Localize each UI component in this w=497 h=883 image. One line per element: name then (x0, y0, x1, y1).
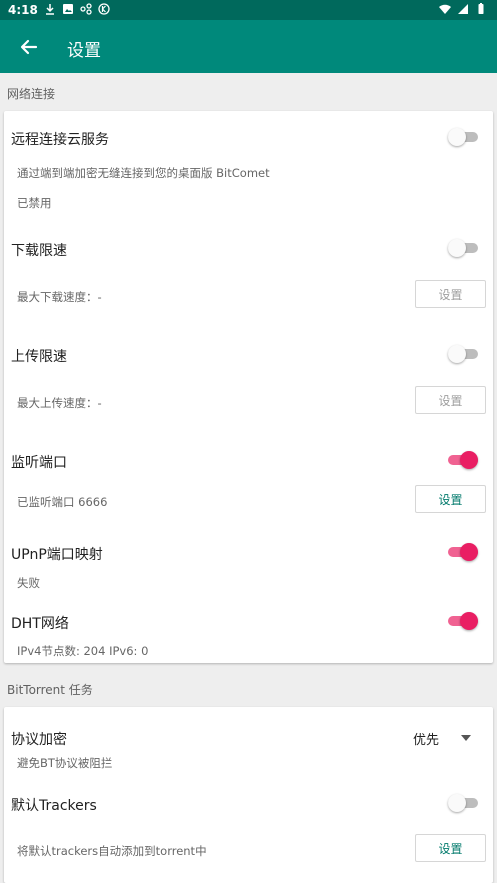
listen-port-title: 监听端口 (11, 455, 67, 471)
remote-service-switch[interactable] (448, 127, 478, 147)
upload-limit-settings-button[interactable]: 设置 (415, 386, 486, 414)
upnp-desc: 失败 (17, 576, 40, 590)
upload-limit-title: 上传限速 (11, 349, 67, 365)
network-settings-card: 远程连接云服务 通过端到端加密无缝连接到您的桌面版 BitComet 已禁用 下… (4, 111, 493, 663)
bittorrent-settings-card: 协议加密 优先 避免BT协议被阻拦 默认Trackers 将默认trackers… (4, 707, 493, 883)
download-limit-desc: 最大下载速度：- (17, 290, 102, 304)
trackers-settings-button[interactable]: 设置 (415, 834, 486, 862)
remote-service-desc: 通过端到端加密无缝连接到您的桌面版 BitComet (17, 166, 270, 180)
section-header-bittorrent: BitTorrent 任务 (7, 683, 93, 697)
signal-icon (458, 4, 468, 14)
listen-port-desc: 已监听端口 6666 (17, 495, 108, 509)
upnp-title: UPnP端口映射 (11, 547, 103, 563)
download-icon (46, 4, 54, 15)
chevron-down-icon[interactable] (461, 735, 471, 741)
encryption-desc: 避免BT协议被阻拦 (17, 756, 113, 770)
photo-icon (63, 4, 73, 14)
status-time: 4:18 (8, 3, 38, 17)
listen-port-switch[interactable] (448, 450, 478, 470)
trackers-desc: 将默认trackers自动添加到torrent中 (17, 844, 207, 858)
battery-icon (478, 3, 484, 14)
dht-title: DHT网络 (11, 616, 69, 632)
upload-limit-desc: 最大上传速度：- (17, 396, 102, 410)
upload-limit-switch[interactable] (448, 344, 478, 364)
trackers-switch[interactable] (448, 793, 478, 813)
section-header-network: 网络连接 (7, 87, 56, 101)
page-title: 设置 (67, 41, 101, 61)
share-icon (80, 3, 92, 15)
app-bar: 设置 (0, 20, 497, 73)
back-arrow-icon[interactable] (16, 34, 42, 60)
download-limit-title: 下载限速 (11, 243, 67, 259)
wifi-icon (439, 4, 451, 14)
download-limit-settings-button[interactable]: 设置 (415, 280, 486, 308)
dht-switch[interactable] (448, 611, 478, 631)
encryption-title: 协议加密 (11, 732, 67, 748)
remote-service-title: 远程连接云服务 (11, 132, 109, 148)
listen-port-settings-button[interactable]: 设置 (415, 485, 486, 513)
encryption-dropdown[interactable]: 优先 (413, 729, 439, 748)
dht-desc: IPv4节点数: 204 IPv6: 0 (17, 644, 149, 658)
k-app-icon (98, 3, 110, 15)
trackers-title: 默认Trackers (11, 798, 97, 814)
remote-service-status: 已禁用 (17, 196, 52, 210)
status-bar: 4:18 (0, 0, 497, 20)
download-limit-switch[interactable] (448, 238, 478, 258)
upnp-switch[interactable] (448, 542, 478, 562)
